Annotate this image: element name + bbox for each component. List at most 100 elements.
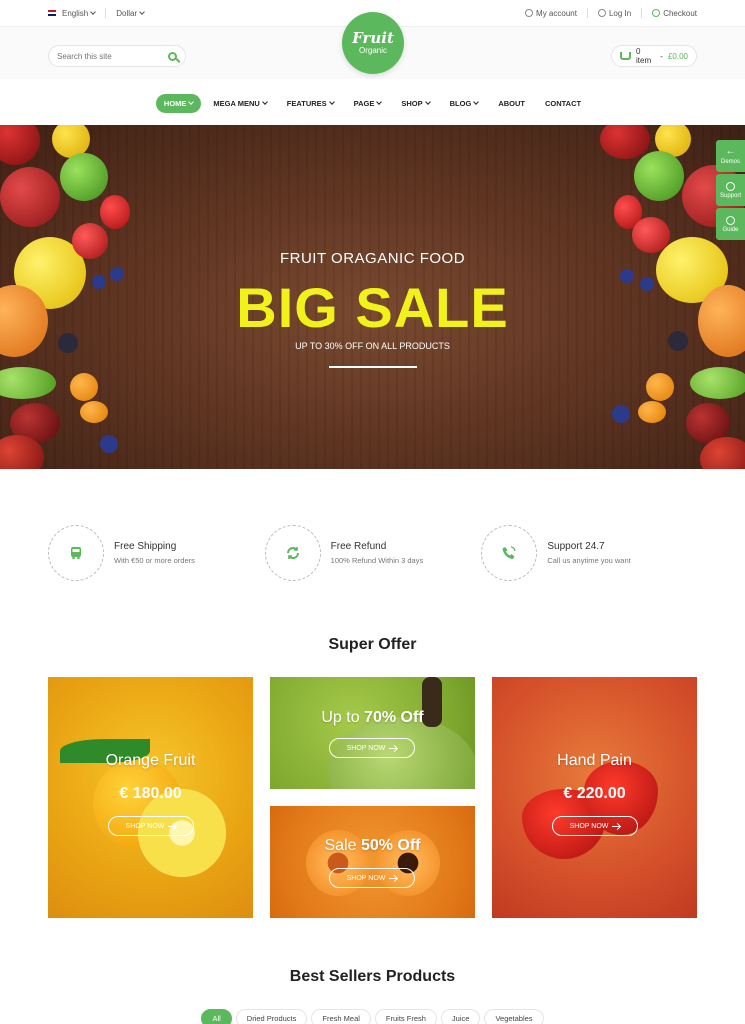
my-account-link[interactable]: My account [525,9,577,18]
offer-headline: Sale 50% Off [270,837,475,855]
checkout-label: Checkout [663,8,697,18]
feature-title: Free Shipping [114,541,177,552]
shop-now-button[interactable]: SHOP NOW [329,738,415,758]
feature-icon-circle [48,525,104,581]
tab-dried-products[interactable]: Dried Products [235,1009,308,1024]
offer-prefix: Sale [324,837,361,854]
search-input[interactable] [57,51,168,61]
user-icon [525,9,534,17]
feature-desc: With €50 or more orders [114,556,195,565]
nav-label: MEGA MENU [213,98,260,108]
arrow-right-icon [168,825,177,827]
search-icon[interactable] [168,51,177,61]
offer-highlight: 50% Off [360,837,421,854]
nav-item-about[interactable]: ABOUT [490,94,533,113]
hero-tagline: UP TO 30% OFF ON ALL PRODUCTS [295,341,450,351]
nav-item-mega-menu[interactable]: MEGA MENU [205,94,274,113]
offer-card-70-off[interactable]: Up to 70% Off SHOP NOW [270,677,475,789]
nav-item-home[interactable]: HOME [155,93,202,113]
feature-icon-circle [481,525,538,581]
feature-icon-circle [264,525,321,581]
currency-select[interactable]: Dollar [116,8,145,18]
nav-item-contact[interactable]: CONTACT [537,94,589,113]
chevron-down-icon [328,99,335,105]
chevron-down-icon [139,9,145,15]
nav-label: ABOUT [498,98,525,108]
nav-item-features[interactable]: FEATURES [279,94,342,113]
phone-icon [502,546,516,559]
my-account-label: My account [536,8,577,18]
offer-highlight: 70% Off [364,709,424,726]
button-label: SHOP NOW [346,744,386,752]
site-logo[interactable]: Fruit Organic [342,12,404,74]
offer-name: Hand Pain [557,752,632,769]
fruit-decoration [646,373,674,401]
feature-text: Support 24.7 Call us anytime you want [547,541,630,565]
map-pin-icon [726,215,735,225]
tab-all[interactable]: All [201,1009,232,1024]
divider [105,8,107,18]
tab-fruits-fresh[interactable]: Fruits Fresh [374,1009,437,1024]
tab-vegetables[interactable]: Vegetables [484,1009,544,1024]
uk-flag-icon [48,10,56,16]
feature-text: Free Refund 100% Refund Within 3 days [331,541,424,565]
checkout-link[interactable]: Checkout [652,9,697,18]
fruit-decoration [690,367,745,399]
cart-total: £0.00 [667,51,688,61]
refresh-icon [286,547,299,559]
nav-label: BLOG [449,98,472,108]
feature-title: Support 24.7 [547,541,605,552]
support-button[interactable]: Support [716,174,745,206]
offer-card-strawberry[interactable]: Hand Pain € 220.00 SHOP NOW [492,677,697,918]
support-label: Support [719,192,741,199]
super-offer-title: Super Offer [328,636,417,653]
guide-button[interactable]: Guide [716,208,745,240]
feature-text: Free Shipping With €50 or more orders [114,541,195,565]
shop-now-button[interactable]: SHOP NOW [552,816,638,836]
button-label: SHOP NOW [125,822,165,830]
feature-desc: 100% Refund Within 3 days [330,556,424,565]
chevron-down-icon [424,99,431,105]
login-link[interactable]: Log In [597,8,632,18]
offer-card-orange[interactable]: Orange Fruit € 180.00 SHOP NOW [48,677,253,918]
nav-item-blog[interactable]: BLOG [442,94,487,113]
nav-item-shop[interactable]: SHOP [393,94,437,113]
demos-button[interactable]: ← Demos [716,140,745,172]
offer-name: Orange Fruit [105,752,196,769]
tab-juice[interactable]: Juice [440,1009,481,1024]
chevron-down-icon [473,99,480,105]
divider [641,8,643,18]
arrow-right-icon [389,747,398,749]
fruit-decoration [0,125,40,165]
shop-now-button[interactable]: SHOP NOW [108,816,194,836]
fruit-decoration [634,151,684,201]
divider [586,8,588,18]
shop-now-button[interactable]: SHOP NOW [329,868,415,888]
language-select[interactable]: English [48,8,97,18]
cart-button[interactable]: 0 item - £0.00 [611,45,697,67]
fruit-decoration [100,195,130,229]
feature-desc: Call us anytime you want [547,556,631,565]
fruit-decoration [80,401,108,423]
language-label: English [62,8,89,18]
offer-price: € 180.00 [119,785,182,802]
chevron-down-icon [90,9,97,15]
guide-label: Guide [722,226,739,233]
arrow-right-icon [389,877,398,879]
check-circle-icon [652,9,661,17]
fruit-decoration [0,167,60,227]
top-bar-right: My account Log In Checkout [525,8,697,18]
offer-card-50-off[interactable]: Sale 50% Off SHOP NOW [270,806,475,918]
logo-subtext: Organic [358,45,387,55]
hero-title: BIG SALE [236,276,509,339]
login-label: Log In [608,8,632,18]
top-bar-left: English Dollar [48,8,145,18]
feature-free-refund: Free Refund 100% Refund Within 3 days [264,525,482,581]
fruit-decoration [0,367,56,399]
cart-items: 0 item [636,47,652,65]
tab-fresh-meal[interactable]: Fresh Meal [311,1009,371,1024]
demos-label: Demos [720,159,740,165]
currency-label: Dollar [116,8,138,18]
nav-item-page[interactable]: PAGE [346,94,390,113]
search-box [48,45,186,67]
